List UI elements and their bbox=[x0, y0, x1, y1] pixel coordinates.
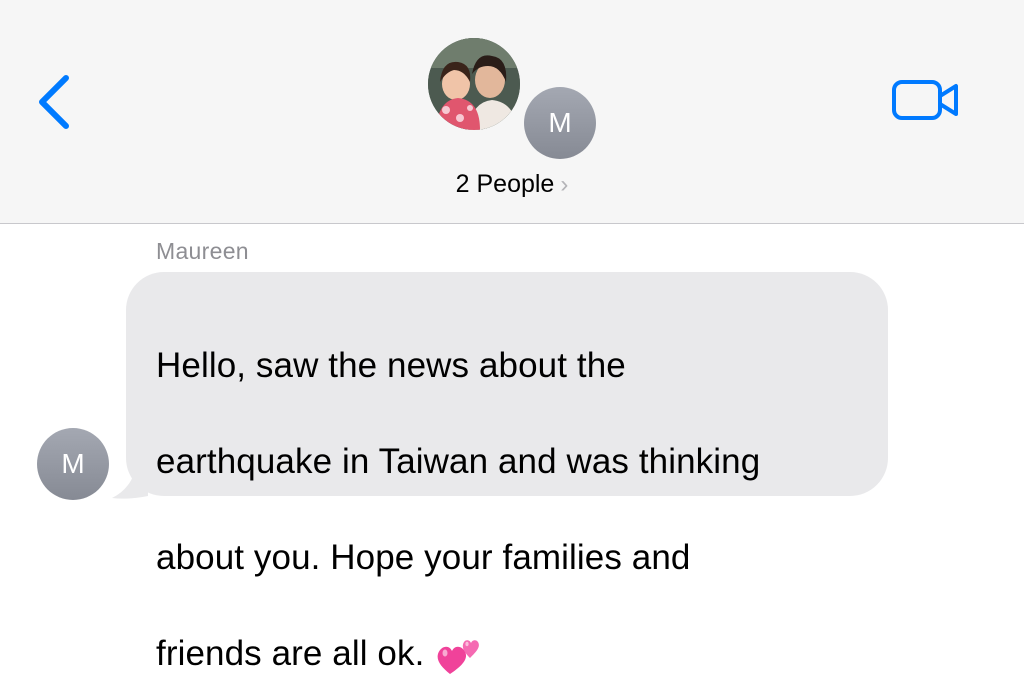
message-line: Hello, saw the news about the bbox=[156, 346, 626, 385]
sender-initial-avatar[interactable]: M bbox=[37, 428, 109, 500]
message-line: friends are all ok. bbox=[156, 634, 425, 673]
chevron-right-icon: › bbox=[560, 171, 569, 198]
avatar-initial-text: M bbox=[548, 107, 572, 138]
message-text: Hello, saw the news about the earthquake… bbox=[156, 294, 858, 678]
avatar-initial-text: M bbox=[61, 448, 85, 479]
two-hearts-icon bbox=[438, 639, 480, 674]
group-title-text: 2 People bbox=[455, 170, 555, 198]
message-line: about you. Hope your families and bbox=[156, 538, 691, 577]
message-bubble[interactable]: Hello, saw the news about the earthquake… bbox=[126, 272, 888, 674]
conversation-header: M 2 People › bbox=[0, 0, 1024, 224]
back-button[interactable] bbox=[30, 70, 80, 134]
avatar-photo-image bbox=[428, 38, 520, 130]
facetime-video-button[interactable] bbox=[890, 78, 964, 122]
chevron-left-icon bbox=[39, 75, 69, 129]
participant-initial-avatar[interactable]: M bbox=[524, 87, 596, 159]
message-line: earthquake in Taiwan and was thinking bbox=[156, 442, 761, 481]
video-camera-icon bbox=[892, 80, 958, 120]
participant-photo-avatar[interactable] bbox=[428, 38, 520, 130]
group-details-button[interactable]: 2 People › bbox=[0, 170, 1024, 199]
message-sender-name: Maureen bbox=[156, 238, 249, 264]
